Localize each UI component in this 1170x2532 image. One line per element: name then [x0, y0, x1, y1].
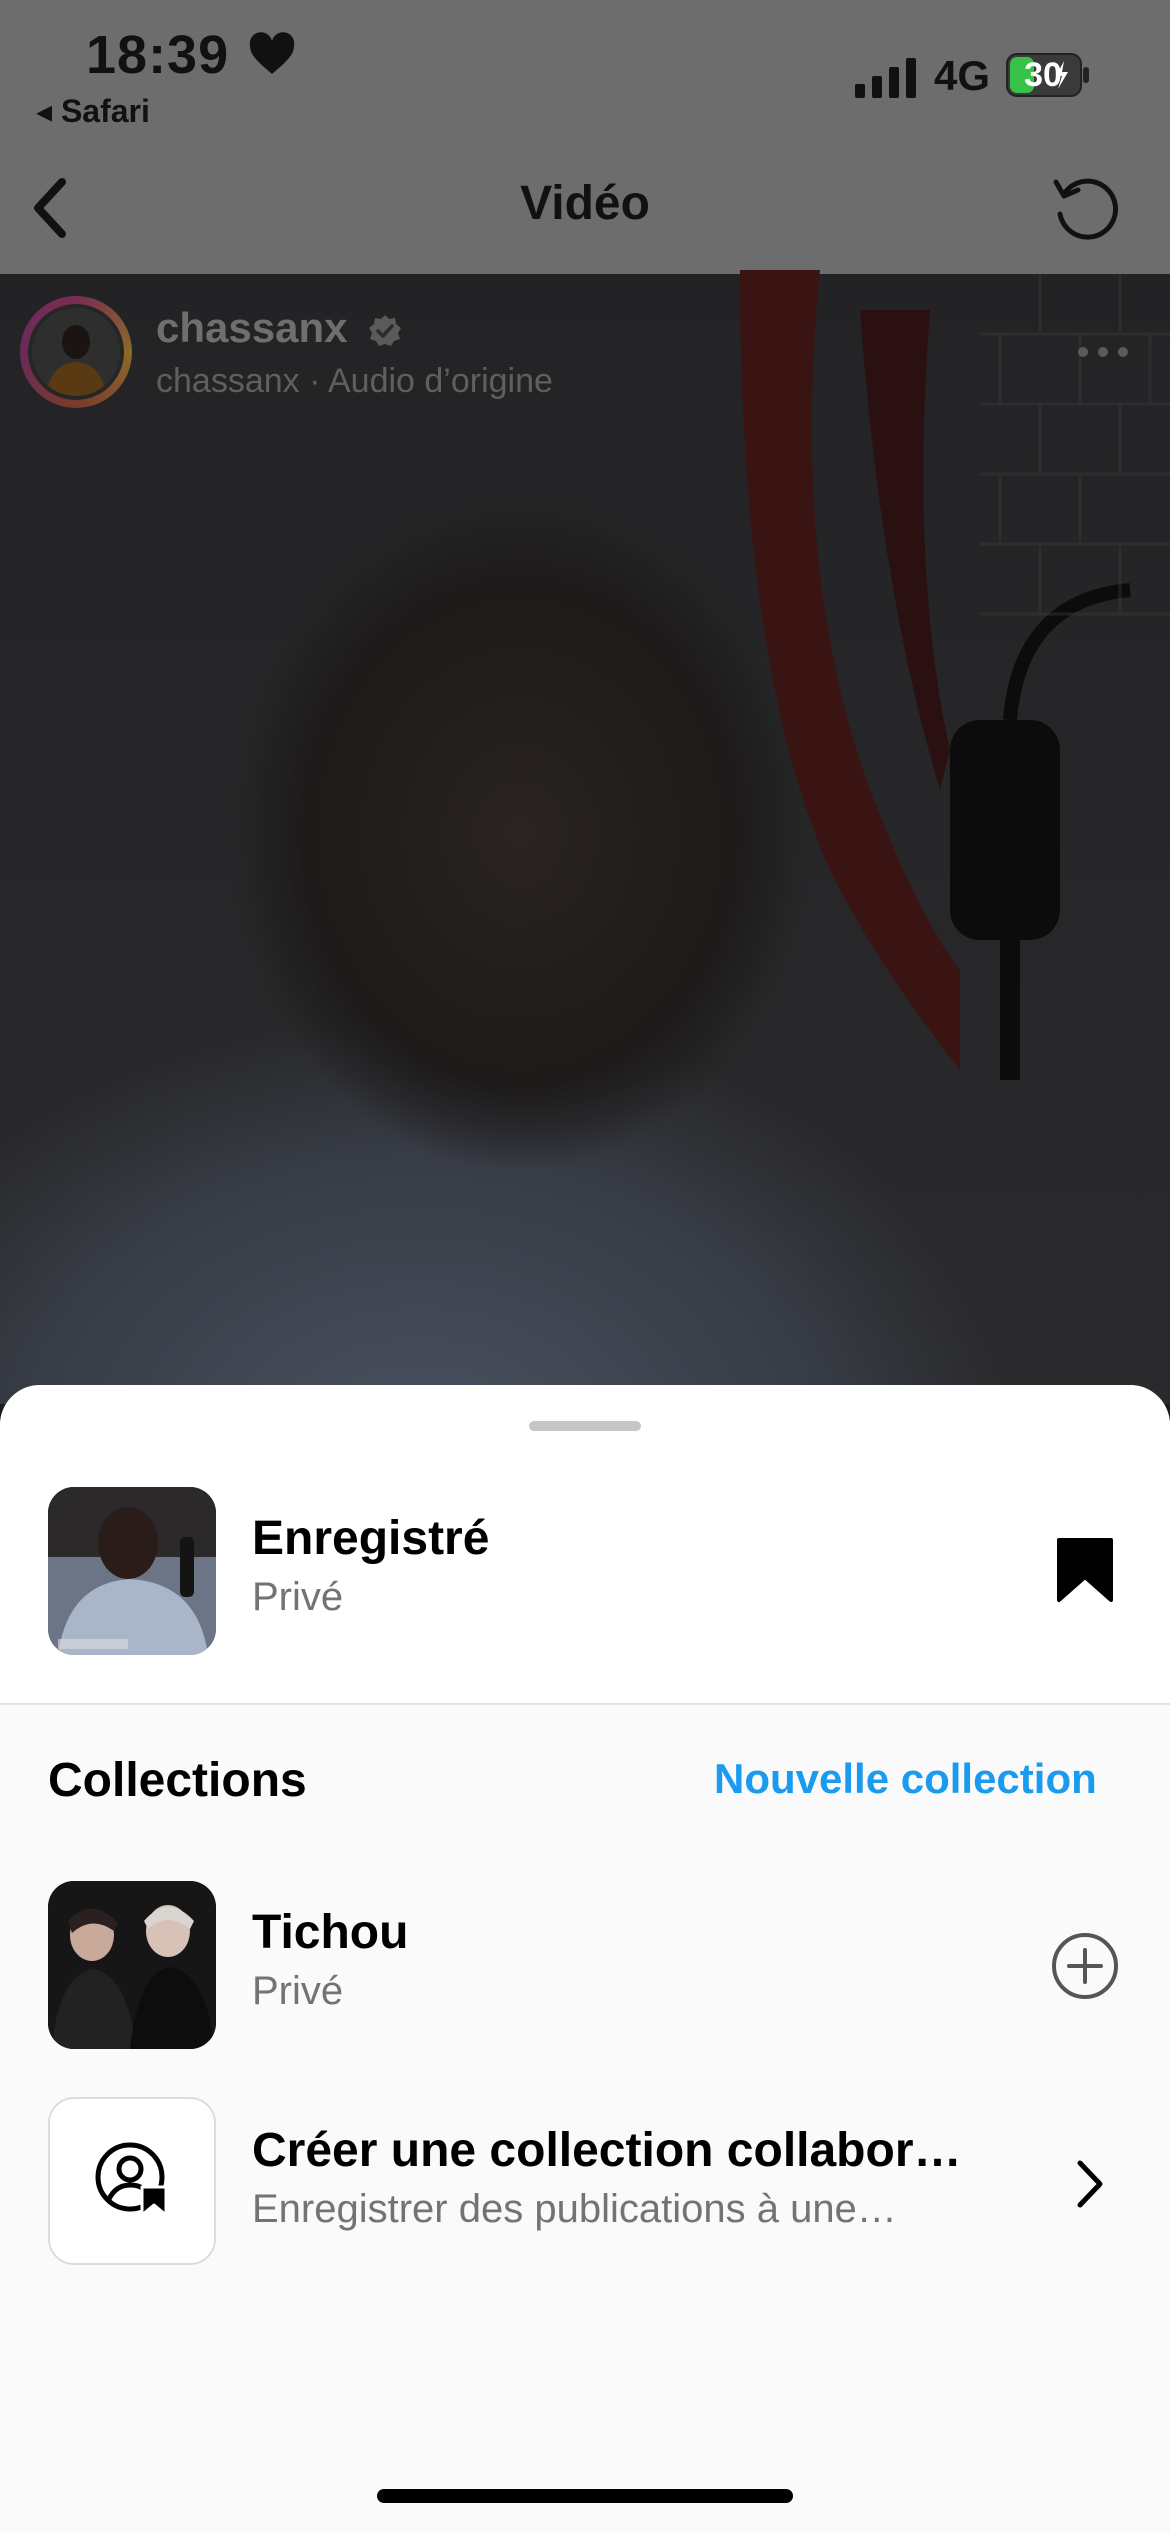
back-to-safari-link[interactable]: ◂ Safari: [36, 92, 150, 130]
heart-icon: [249, 32, 295, 74]
post-username[interactable]: chassanx: [156, 304, 347, 352]
verified-icon: [369, 315, 401, 346]
create-collaborative-title[interactable]: Créer une collection collabor…: [252, 2123, 1014, 2178]
refresh-icon[interactable]: [1048, 170, 1124, 246]
collection-title[interactable]: Tichou: [252, 1905, 408, 1960]
new-collection-button[interactable]: Nouvelle collection: [714, 1755, 1097, 1803]
battery-level: 30: [1024, 56, 1062, 94]
collection-privacy: Privé: [252, 1969, 344, 2013]
section-divider: [0, 1703, 1170, 1705]
chevron-right-icon[interactable]: [1070, 2155, 1110, 2213]
avatar[interactable]: [28, 304, 124, 400]
video-background-wall: [980, 274, 1170, 616]
status-time: 18:39: [86, 25, 230, 85]
sheet-grabber[interactable]: [529, 1421, 641, 1431]
network-type: 4G: [934, 52, 991, 99]
collections-heading: Collections: [48, 1754, 307, 1807]
collection-thumbnail-image: [48, 1881, 216, 2049]
save-bottom-sheet: Enregistré Privé Collections Nouvelle co…: [0, 1385, 1170, 2532]
collection-thumbnail[interactable]: [48, 1881, 216, 2049]
avatar-image: [32, 308, 120, 396]
more-icon[interactable]: [1076, 340, 1130, 364]
saved-privacy: Privé: [252, 1575, 344, 1619]
saved-title: Enregistré: [252, 1512, 490, 1565]
add-circle-icon[interactable]: [1050, 1931, 1120, 2001]
collaborative-user-icon: [95, 2142, 168, 2217]
signal-icon: [855, 58, 916, 98]
saved-thumbnail-image: [48, 1487, 216, 1655]
saved-thumbnail[interactable]: [48, 1487, 216, 1655]
page-title: Vidéo: [520, 177, 650, 230]
home-indicator[interactable]: [377, 2489, 793, 2503]
create-collaborative-subtitle: Enregistrer des publications à une…: [252, 2187, 897, 2231]
post-audio-line[interactable]: chassanx · Audio d’origine: [156, 362, 553, 401]
bookmark-icon[interactable]: [1056, 1537, 1114, 1603]
